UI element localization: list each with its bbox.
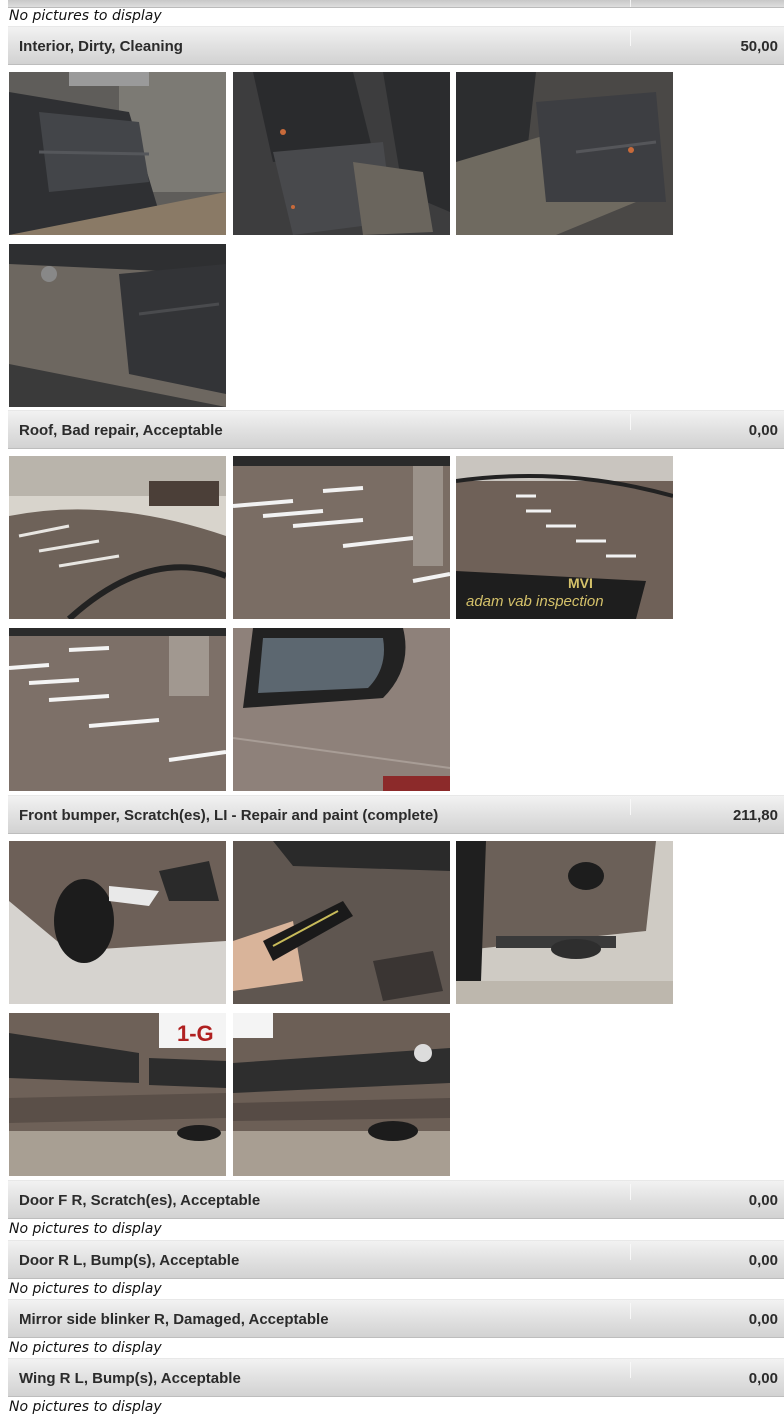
bumper-photo-3[interactable]	[456, 841, 673, 1004]
damage-description: Interior, Dirty, Cleaning	[19, 38, 183, 55]
damage-description: Roof, Bad repair, Acceptable	[19, 422, 223, 439]
interior-photo-3[interactable]	[456, 72, 673, 235]
interior-photo-1[interactable]	[9, 72, 226, 235]
no-pictures-message: No pictures to display	[9, 1340, 162, 1356]
roof-photo-2[interactable]	[233, 456, 450, 619]
damage-row-front-bumper[interactable]: Front bumper, Scratch(es), LI - Repair a…	[8, 795, 784, 834]
damage-amount: 0,00	[748, 1192, 778, 1209]
roof-photo-3[interactable]: adam vab inspection MVI	[456, 456, 673, 619]
roof-photo-1[interactable]	[9, 456, 226, 619]
damage-description: Wing R L, Bump(s), Acceptable	[19, 1370, 241, 1387]
inspection-ruler-text: adam vab inspection	[466, 593, 604, 610]
interior-photo-2[interactable]	[233, 72, 450, 235]
no-pictures-message: No pictures to display	[9, 1221, 162, 1237]
damage-description: Door R L, Bump(s), Acceptable	[19, 1252, 240, 1269]
damage-row-door-rear-left[interactable]: Door R L, Bump(s), Acceptable 0,00	[8, 1240, 784, 1279]
inspection-ruler-logo: MVI	[568, 575, 593, 591]
bumper-photo-4[interactable]: 1-G	[9, 1013, 226, 1176]
roof-photo-4[interactable]	[9, 628, 226, 791]
bumper-photo-2[interactable]	[233, 841, 450, 1004]
damage-amount: 50,00	[740, 38, 778, 55]
damage-row-mirror-blinker[interactable]: Mirror side blinker R, Damaged, Acceptab…	[8, 1299, 784, 1338]
bumper-photo-5[interactable]	[233, 1013, 450, 1176]
damage-row-interior[interactable]: Interior, Dirty, Cleaning 50,00	[8, 26, 784, 65]
damage-row-door-front-right[interactable]: Door F R, Scratch(es), Acceptable 0,00	[8, 1180, 784, 1219]
damage-amount: 0,00	[748, 1370, 778, 1387]
damage-amount: 0,00	[748, 1311, 778, 1328]
damage-description: Front bumper, Scratch(es), LI - Repair a…	[19, 807, 439, 824]
no-pictures-message: No pictures to display	[9, 1399, 162, 1415]
no-pictures-message: No pictures to display	[9, 8, 162, 24]
damage-amount: 211,80	[732, 807, 778, 824]
bumper-photo-1[interactable]	[9, 841, 226, 1004]
damage-amount: 0,00	[748, 1252, 778, 1269]
interior-photo-4[interactable]	[9, 244, 226, 407]
damage-amount: 0,00	[748, 422, 778, 439]
license-plate-text: 1-G	[177, 1021, 214, 1046]
damage-row-wing-rear-left[interactable]: Wing R L, Bump(s), Acceptable 0,00	[8, 1358, 784, 1397]
previous-damage-header	[8, 0, 784, 8]
damage-description: Mirror side blinker R, Damaged, Acceptab…	[19, 1311, 329, 1328]
damage-row-roof[interactable]: Roof, Bad repair, Acceptable 0,00	[8, 410, 784, 449]
roof-photo-5[interactable]	[233, 628, 450, 791]
no-pictures-message: No pictures to display	[9, 1281, 162, 1297]
damage-description: Door F R, Scratch(es), Acceptable	[19, 1192, 261, 1209]
